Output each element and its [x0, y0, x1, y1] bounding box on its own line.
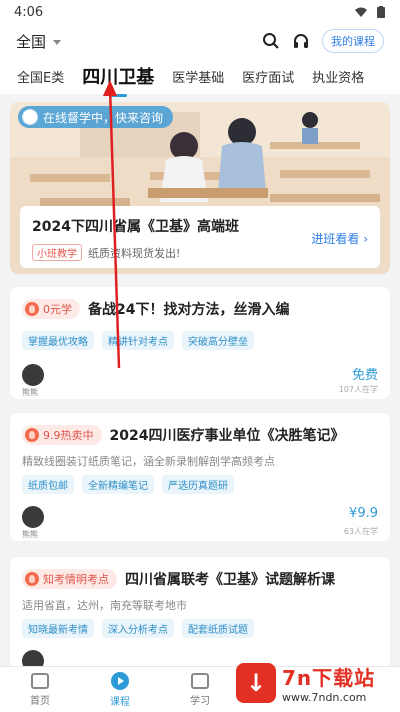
nav-home-label: 首页	[30, 695, 50, 707]
nav-study[interactable]: 学习	[160, 667, 240, 712]
course-card[interactable]: 9.9热卖中 2024四川医疗事业单位《决胜笔记》 精致线圈装订纸质笔记，涵全新…	[10, 413, 390, 541]
teacher-name: 熊熊	[22, 388, 38, 397]
teacher-avatar	[22, 364, 44, 386]
status-bar: 4:06	[0, 0, 400, 24]
small-class-tag: 小班教学	[32, 244, 82, 261]
course-badge-label: 知考情明考点	[43, 573, 109, 586]
battery-icon	[377, 6, 385, 18]
advisor-avatar	[22, 109, 38, 125]
course-badge: 9.9热卖中	[22, 425, 102, 445]
chevron-down-icon	[53, 39, 62, 45]
site-watermark: ↓ 7n下载站 www.7ndn.com	[236, 658, 392, 708]
book-icon	[191, 672, 209, 689]
wifi-icon	[355, 7, 367, 17]
course-price: 免费	[351, 368, 378, 383]
watermark-title: 7n下载站	[282, 666, 376, 690]
course-card[interactable]: 知考情明考点 四川省属联考《卫基》试题解析课 适用省直，达州，南充等联考地市 知…	[10, 557, 390, 672]
my-course-button[interactable]: 我的课程	[322, 29, 384, 53]
nav-courses-label: 课程	[110, 696, 130, 708]
tab-practice-qualification[interactable]: 执业资格	[303, 67, 373, 86]
course-description: 精致线圈装订纸质笔记，涵全新录制解剖学高频考点	[22, 455, 275, 468]
region-label: 全国	[16, 32, 47, 51]
system-icons	[354, 6, 386, 18]
consult-pill-label: 在线督学中，快来咨询	[43, 110, 164, 125]
course-title: 备战24下！找对方法，丝滑入编	[88, 302, 290, 318]
course-tag: 配套纸质试题	[182, 619, 254, 638]
course-tag: 纸质包邮	[22, 475, 74, 494]
course-tag: 精讲针对考点	[102, 331, 174, 350]
tab-national-e[interactable]: 全国E类	[8, 67, 73, 86]
course-price: ¥9.9	[349, 506, 378, 521]
course-badge: 0元学	[22, 299, 80, 319]
learner-count: 107人在学	[338, 385, 378, 394]
teacher-name: 熊熊	[22, 530, 38, 539]
region-selector[interactable]: 全国	[16, 31, 62, 52]
top-header: 全国 我的课程	[0, 24, 400, 58]
tab-sichuan-weiji[interactable]: 四川卫基	[73, 63, 163, 89]
category-tabs: 全国E类 四川卫基 医学基础 医疗面试 执业资格	[0, 58, 400, 94]
headset-icon[interactable]	[290, 30, 312, 52]
nav-courses[interactable]: 课程	[80, 667, 160, 712]
learner-count: 63人在学	[343, 527, 378, 536]
consult-pill[interactable]: 在线督学中，快来咨询	[18, 106, 174, 128]
play-icon	[111, 671, 129, 690]
nav-study-label: 学习	[190, 695, 210, 707]
nav-home[interactable]: 首页	[0, 667, 80, 712]
course-tag: 严选历真题研	[162, 475, 234, 494]
download-arrow-icon: ↓	[236, 663, 276, 703]
course-title: 2024四川医疗事业单位《决胜笔记》	[109, 428, 345, 444]
course-badge-label: 9.9热卖中	[43, 429, 94, 442]
banner-course-card[interactable]: 2024下四川省属《卫基》高端班 小班教学 纸质资料现货发出! 进班看看 ›	[20, 206, 380, 268]
course-description: 适用省直，达州，南充等联考地市	[22, 599, 187, 612]
course-badge-label: 0元学	[43, 303, 72, 316]
course-badge: 知考情明考点	[22, 569, 117, 589]
enter-class-link[interactable]: 进班看看 ›	[311, 230, 368, 247]
teacher-avatar	[22, 506, 44, 528]
promo-banner[interactable]: 在线督学中，快来咨询 2024下四川省属《卫基》高端班 小班教学 纸质资料现货发…	[10, 102, 390, 274]
course-card[interactable]: 0元学 备战24下！找对方法，丝滑入编 掌握最优攻略 精讲针对考点 突破高分壁垒…	[10, 287, 390, 399]
tab-medical-basics[interactable]: 医学基础	[163, 67, 233, 86]
course-tag: 知晓最新考情	[22, 619, 94, 638]
course-tag: 掌握最优攻略	[22, 331, 94, 350]
course-title: 四川省属联考《卫基》试题解析课	[125, 572, 335, 588]
flame-icon	[25, 428, 39, 442]
banner-subtitle: 纸质资料现货发出!	[88, 246, 181, 260]
flame-icon	[25, 302, 39, 316]
search-icon[interactable]	[260, 30, 282, 52]
course-tag: 全新精编笔记	[82, 475, 154, 494]
flame-icon	[25, 572, 39, 586]
home-icon	[31, 672, 49, 689]
course-tag: 突破高分壁垒	[182, 331, 254, 350]
watermark-url: www.7ndn.com	[282, 691, 367, 704]
tab-medical-interview[interactable]: 医疗面试	[233, 67, 303, 86]
status-time: 4:06	[14, 4, 44, 20]
course-tag: 深入分析考点	[102, 619, 174, 638]
